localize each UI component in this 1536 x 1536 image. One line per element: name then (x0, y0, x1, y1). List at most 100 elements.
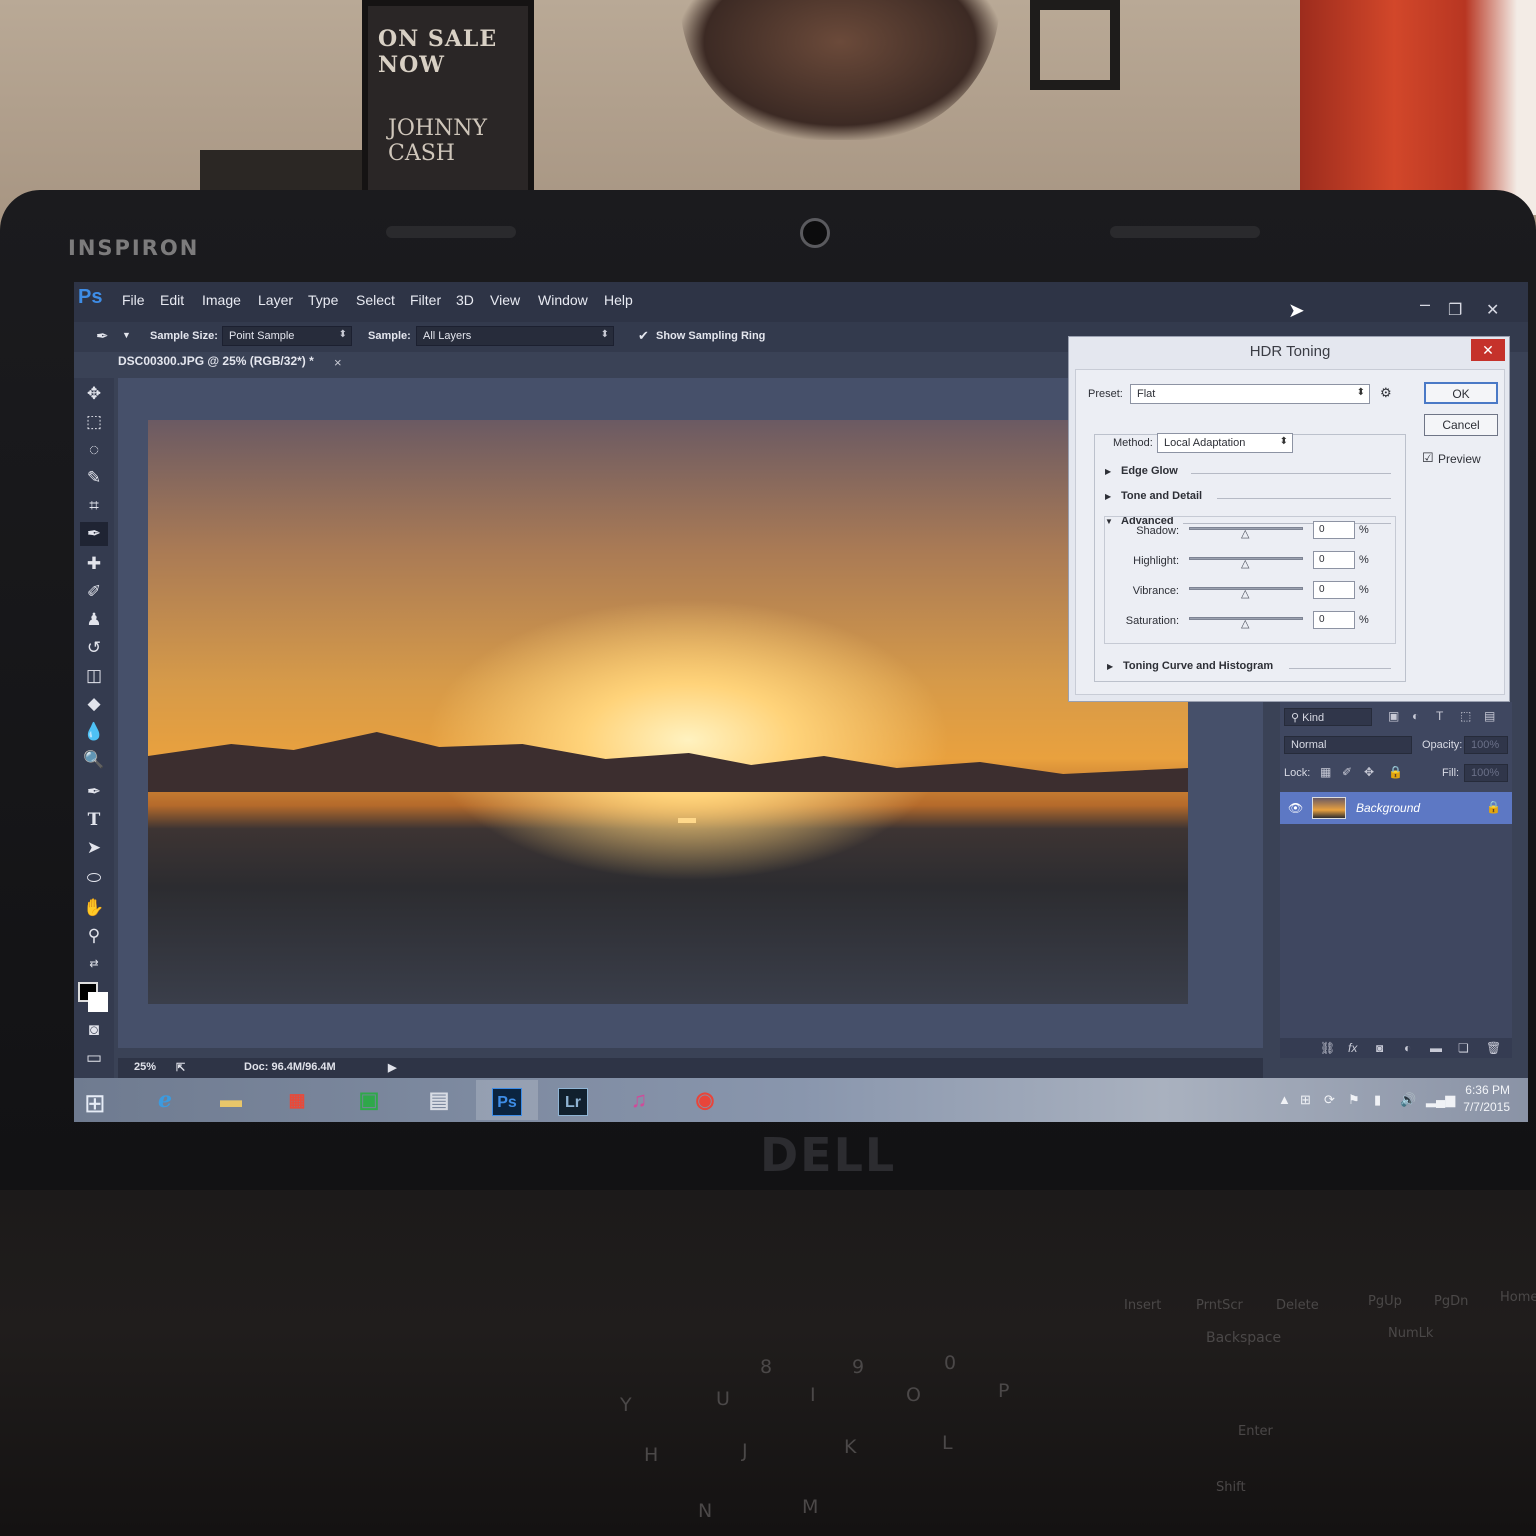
windows-tray-icon[interactable]: ⊞ (1300, 1092, 1311, 1108)
method-select[interactable]: Local Adaptation ⬍ (1157, 433, 1293, 453)
preset-select[interactable]: Flat ⬍ (1130, 384, 1370, 404)
lock-transparent-icon[interactable]: ▦ (1320, 765, 1331, 779)
lock-all-icon[interactable]: 🔒 (1388, 765, 1403, 779)
saturation-input[interactable]: 0 (1313, 611, 1355, 629)
sample-select[interactable]: All Layers ⬍ (416, 326, 614, 346)
shadow-input[interactable]: 0 (1313, 521, 1355, 539)
menu-image[interactable]: Image (202, 292, 241, 308)
menu-window[interactable]: Window (538, 292, 588, 308)
highlight-slider-thumb[interactable]: △ (1241, 557, 1249, 570)
zoom-level[interactable]: 25% (134, 1061, 156, 1073)
link-layers-icon[interactable]: ⛓ (1320, 1041, 1335, 1055)
menu-edit[interactable]: Edit (160, 292, 184, 308)
show-ring-checkbox[interactable]: ✔ (638, 328, 649, 344)
layer-background-row[interactable]: 👁 Background 🔒 (1280, 792, 1512, 824)
history-brush-tool-icon[interactable]: ↺ (80, 636, 108, 660)
healing-brush-tool-icon[interactable]: ✚ (80, 552, 108, 576)
store-icon[interactable]: ▣ (338, 1080, 400, 1120)
lock-pixels-icon[interactable]: ✐ (1342, 765, 1352, 779)
restore-icon[interactable]: ❐ (1448, 300, 1462, 320)
move-tool-icon[interactable]: ✥ (80, 382, 108, 406)
ok-button[interactable]: OK (1424, 382, 1498, 404)
blend-mode-select[interactable]: Normal (1284, 736, 1412, 754)
close-window-icon[interactable]: ✕ (1486, 300, 1499, 320)
sunset-photo[interactable] (148, 420, 1188, 1004)
type-tool-icon[interactable]: T (80, 808, 108, 832)
highlight-input[interactable]: 0 (1313, 551, 1355, 569)
eyedropper-tool-icon[interactable]: ✒ (80, 522, 108, 546)
menu-select[interactable]: Select (356, 292, 395, 308)
calculator-icon[interactable]: ▤ (408, 1080, 470, 1120)
paint-bucket-tool-icon[interactable]: ◆ (80, 692, 108, 716)
layer-mask-icon[interactable]: ◙ (1376, 1041, 1383, 1055)
chevron-down-icon[interactable]: ▼ (122, 330, 131, 340)
type-filter-icon[interactable]: T (1436, 709, 1443, 723)
trash-icon[interactable]: 🗑 (1486, 1041, 1501, 1055)
menu-layer[interactable]: Layer (258, 292, 293, 308)
vibrance-slider-thumb[interactable]: △ (1241, 587, 1249, 600)
blur-tool-icon[interactable]: 💧 (80, 720, 108, 744)
pen-tool-icon[interactable]: ✒ (80, 780, 108, 804)
opacity-field[interactable]: 100% (1464, 736, 1508, 754)
zoom-tool-icon[interactable]: ⚲ (80, 924, 108, 948)
status-menu-icon[interactable]: ▶ (388, 1061, 396, 1074)
windows-start-icon[interactable]: ⊞ (84, 1088, 106, 1119)
start-apps-icon[interactable]: ▦ (266, 1080, 328, 1120)
menu-view[interactable]: View (490, 292, 520, 308)
layer-fx-icon[interactable]: fx (1348, 1041, 1357, 1055)
crop-tool-icon[interactable]: ⌗ (80, 494, 108, 518)
eyedropper-icon[interactable]: ✒ (96, 327, 109, 345)
wifi-signal-icon[interactable]: ▂▄▆ (1426, 1092, 1455, 1108)
section-tone-detail[interactable]: Tone and Detail (1121, 490, 1202, 502)
volume-icon[interactable]: 🔊 (1400, 1092, 1416, 1108)
group-folder-icon[interactable]: ▬ (1430, 1041, 1442, 1055)
menu-help[interactable]: Help (604, 292, 633, 308)
new-layer-icon[interactable]: ❏ (1458, 1041, 1469, 1055)
sync-icon[interactable]: ⟳ (1324, 1092, 1335, 1108)
flag-icon[interactable]: ⚑ (1348, 1092, 1360, 1108)
marquee-tool-icon[interactable]: ⬚ (80, 410, 108, 434)
ellipse-tool-icon[interactable]: ⬭ (80, 866, 108, 890)
file-explorer-icon[interactable]: ▬ (200, 1080, 262, 1120)
screen-mode-icon[interactable]: ▭ (80, 1046, 108, 1070)
document-tab[interactable]: DSC00300.JPG @ 25% (RGB/32*) * (118, 354, 314, 376)
fill-field[interactable]: 100% (1464, 764, 1508, 782)
pixel-filter-icon[interactable]: ▣ (1388, 709, 1399, 723)
section-toning-curve[interactable]: Toning Curve and Histogram (1123, 660, 1273, 672)
expand-curve-icon[interactable]: ▶ (1107, 662, 1113, 671)
show-hidden-icons-icon[interactable]: ▲ (1278, 1092, 1291, 1107)
section-edge-glow[interactable]: Edge Glow (1121, 465, 1178, 477)
layer-kind-select[interactable]: ⚲ Kind (1284, 708, 1372, 726)
brush-tool-icon[interactable]: ✐ (80, 580, 108, 604)
menu-filter[interactable]: Filter (410, 292, 441, 308)
hand-tool-icon[interactable]: ✋ (80, 896, 108, 920)
saturation-slider-thumb[interactable]: △ (1241, 617, 1249, 630)
smart-filter-icon[interactable]: ▤ (1484, 709, 1495, 723)
quick-select-tool-icon[interactable]: ✎ (80, 466, 108, 490)
export-icon[interactable]: ⇱ (176, 1061, 185, 1074)
eye-visibility-icon[interactable]: 👁 (1288, 801, 1303, 815)
shadow-slider-thumb[interactable]: △ (1241, 527, 1249, 540)
dodge-tool-icon[interactable]: 🔍 (80, 748, 108, 772)
quick-mask-icon[interactable]: ◙ (80, 1018, 108, 1042)
menu-file[interactable]: File (122, 292, 145, 308)
itunes-icon[interactable]: ♫ (608, 1080, 670, 1120)
taskbar-clock[interactable]: 6:36 PM 7/7/2015 (1454, 1082, 1510, 1116)
sample-size-select[interactable]: Point Sample ⬍ (222, 326, 352, 346)
close-tab-icon[interactable]: × (334, 355, 342, 370)
swap-colors-icon[interactable]: ⇄ (80, 952, 108, 976)
eraser-tool-icon[interactable]: ◫ (80, 664, 108, 688)
shape-filter-icon[interactable]: ⬚ (1460, 709, 1471, 723)
path-select-tool-icon[interactable]: ➤ (80, 836, 108, 860)
photoshop-logo-icon[interactable]: Ps (78, 286, 102, 309)
minimize-icon[interactable]: – (1420, 294, 1430, 315)
expand-tone-detail-icon[interactable]: ▶ (1105, 492, 1111, 501)
adjustment-layer-icon[interactable]: ◐ (1404, 1041, 1411, 1055)
cancel-button[interactable]: Cancel (1424, 414, 1498, 436)
vibrance-input[interactable]: 0 (1313, 581, 1355, 599)
photoshop-taskbar-icon[interactable]: Ps (476, 1080, 538, 1120)
preview-checkbox[interactable]: ☑ (1422, 450, 1434, 466)
preset-gear-icon[interactable]: ⚙ (1380, 385, 1392, 401)
clone-stamp-tool-icon[interactable]: ♟ (80, 608, 108, 632)
internet-explorer-icon[interactable]: e (134, 1080, 196, 1120)
